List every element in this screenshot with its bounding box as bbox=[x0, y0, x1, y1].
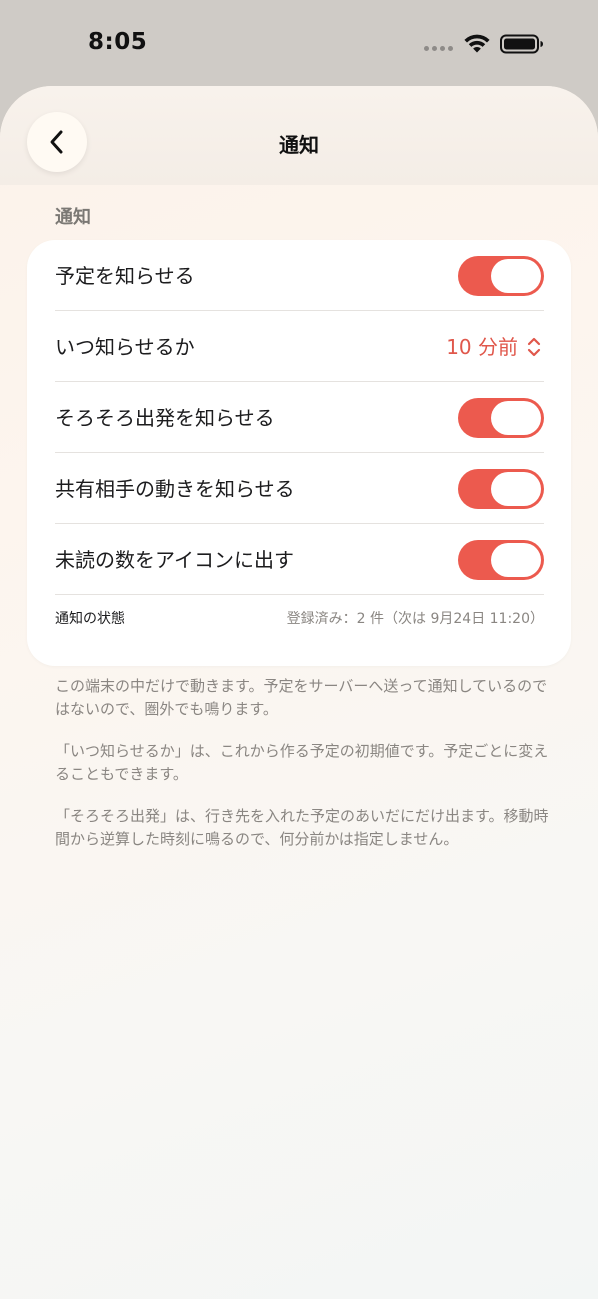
footnote: 「そろそろ出発」は、行き先を入れた予定のあいだにだけ出ます。移動時間から逆算した… bbox=[55, 807, 549, 848]
notify-departure-toggle[interactable] bbox=[458, 398, 544, 438]
row-label: 予定を知らせる bbox=[55, 264, 195, 288]
status-bar: 8:05 bbox=[0, 0, 598, 86]
row-notify-events: 予定を知らせる bbox=[55, 240, 544, 311]
cellular-signal-icon bbox=[424, 46, 453, 51]
timing-value[interactable]: 10 分前 bbox=[446, 331, 518, 360]
status-time: 8:05 bbox=[88, 29, 148, 55]
footnote: この端末の中だけで動きます。予定をサーバーへ送って通知しているのではないので、圏… bbox=[55, 677, 548, 718]
row-unread-badge: 未読の数をアイコンに出す bbox=[55, 524, 544, 595]
settings-sheet: 通知 通知 予定を知らせる いつ知らせるか 10 分前 そろそろ出発を知らせる … bbox=[0, 86, 598, 1299]
footnote: 「いつ知らせるか」は、これから作る予定の初期値です。予定ごとに変えることもできま… bbox=[55, 742, 549, 783]
row-label: そろそろ出発を知らせる bbox=[55, 406, 275, 430]
row-label: いつ知らせるか bbox=[55, 335, 195, 359]
row-notify-shared: 共有相手の動きを知らせる bbox=[55, 453, 544, 524]
wifi-icon bbox=[464, 34, 490, 53]
divider bbox=[55, 594, 544, 595]
row-label: 未読の数をアイコンに出す bbox=[55, 548, 294, 572]
section-header: 通知 bbox=[55, 207, 91, 228]
notify-shared-toggle[interactable] bbox=[458, 469, 544, 509]
page-title: 通知 bbox=[279, 133, 319, 157]
navigation-bar: 通知 bbox=[0, 86, 598, 185]
settings-card: 予定を知らせる いつ知らせるか 10 分前 そろそろ出発を知らせる 共有相手の動… bbox=[27, 240, 571, 666]
unread-badge-toggle[interactable] bbox=[458, 540, 544, 580]
notify-events-toggle[interactable] bbox=[458, 256, 544, 296]
status-label: 通知の状態 bbox=[55, 611, 125, 627]
chevron-updown-icon[interactable] bbox=[526, 335, 542, 359]
row-label: 共有相手の動きを知らせる bbox=[55, 477, 295, 501]
battery-icon bbox=[500, 34, 543, 54]
row-notify-departure: そろそろ出発を知らせる bbox=[55, 382, 544, 453]
row-notify-timing[interactable]: いつ知らせるか 10 分前 bbox=[55, 311, 544, 382]
notification-status: 通知の状態 登録済み：2 件（次は 9月24日 11:20） bbox=[55, 608, 544, 638]
status-value: 登録済み：2 件（次は 9月24日 11:20） bbox=[286, 611, 544, 627]
